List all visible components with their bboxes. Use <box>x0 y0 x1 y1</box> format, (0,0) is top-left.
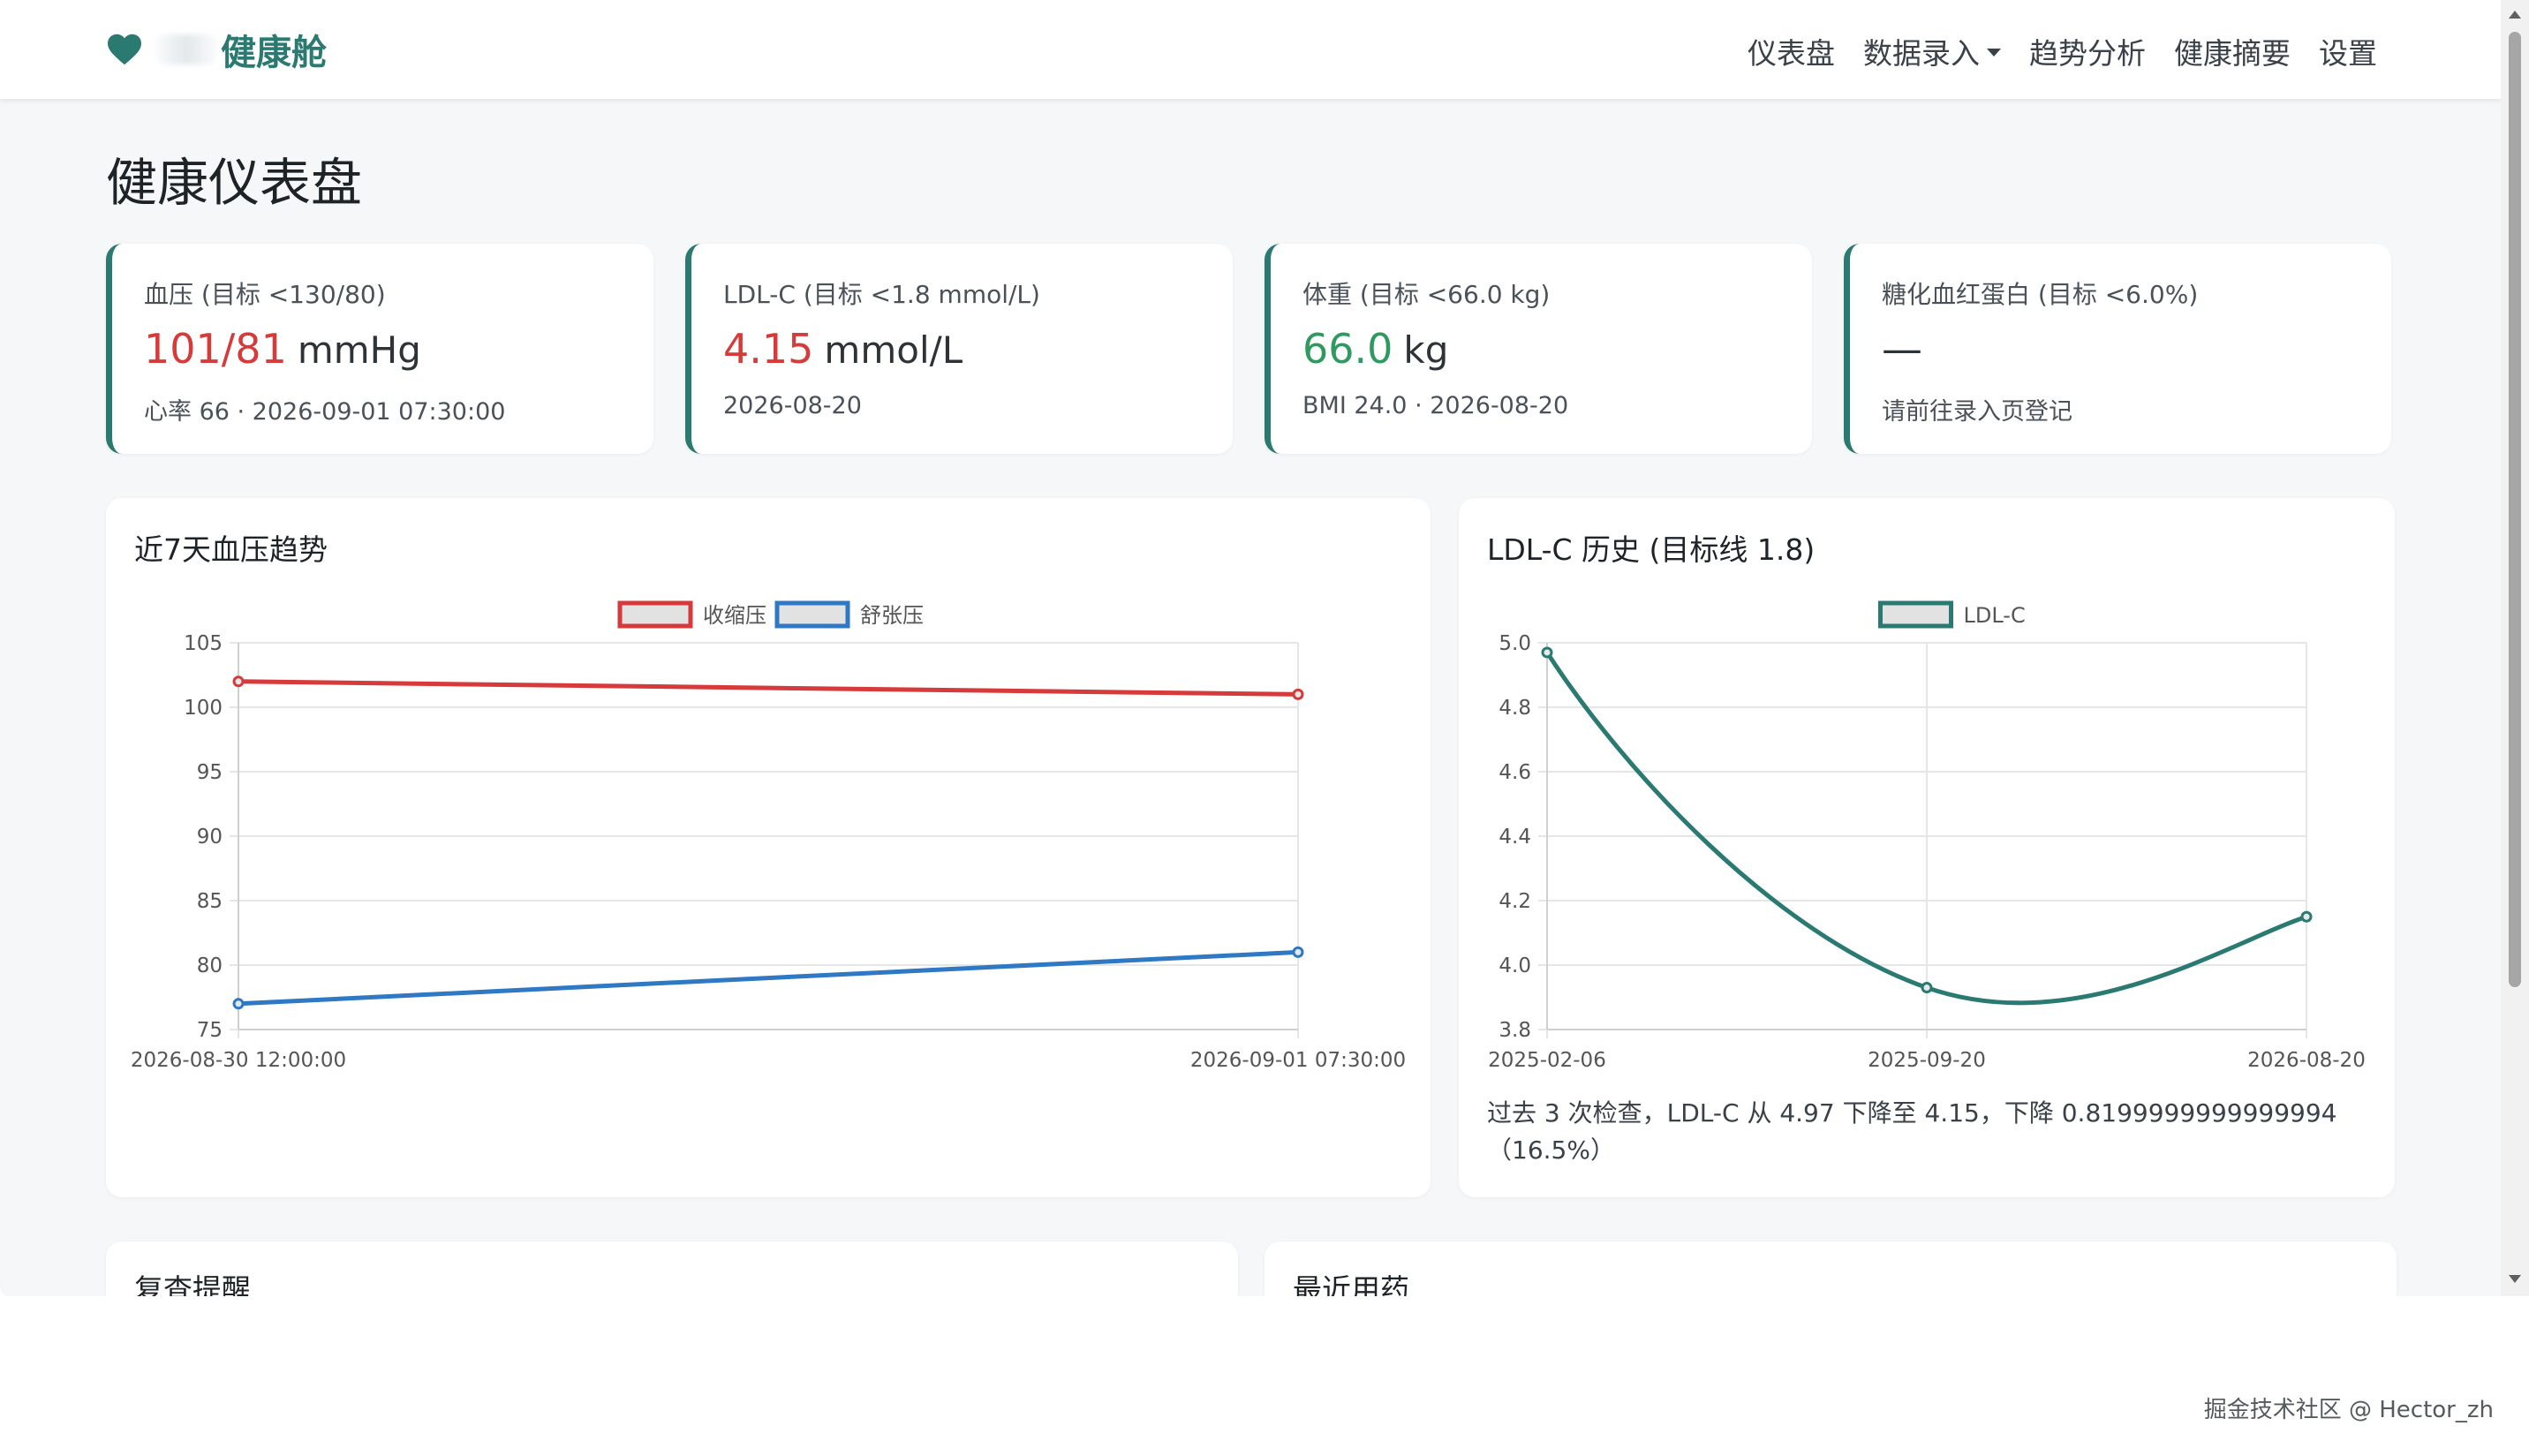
stat-value-line: — <box>1882 325 1933 373</box>
y-tick-label: 95 <box>197 761 223 784</box>
bp-chart-card: 近7天血压趋势 105 100 95 90 85 80 75 2026-08-30 12:00… <box>106 498 1431 1197</box>
series-line <box>238 949 1299 1007</box>
brand-blurred-prefix <box>155 34 217 64</box>
y-tick-label: 75 <box>197 1019 223 1042</box>
nav-data-entry-dropdown[interactable]: 数据录入 <box>1863 30 2001 72</box>
bp-line-chart: 105 100 95 90 85 80 75 2026-08-30 12:00:00 2026-… <box>131 600 1406 1072</box>
stat-card-hba1c: 糖化血红蛋白 (目标 <6.0%) — 请前往录入页登记 <box>1844 244 2391 454</box>
legend-swatch <box>617 600 693 629</box>
brand-logo[interactable]: 健康舱 <box>106 23 327 76</box>
ldl-trend-note: 过去 3 次检查，LDL-C 从 4.97 下降至 4.15，下降 0.8199… <box>1487 1098 2337 1165</box>
stat-value-line: 101/81 mmHg <box>144 325 421 373</box>
legend-label: LDL-C <box>1964 603 2026 628</box>
stat-value-line: 66.0 kg <box>1302 325 1448 373</box>
legend-swatch <box>1878 600 1953 629</box>
nav-summary-label: 健康摘要 <box>2174 36 2291 71</box>
data-point <box>1541 646 1553 659</box>
followup-reminder-title: 复查提醒 <box>134 1272 251 1296</box>
y-tick-label: 5.0 <box>1499 632 1531 655</box>
nav-summary[interactable]: 健康摘要 <box>2174 30 2291 72</box>
data-point <box>2300 910 2313 923</box>
x-tick-label: 2026-08-20 <box>2247 1049 2366 1072</box>
caret-down-icon <box>1987 49 2001 57</box>
y-tick-label: 4.0 <box>1499 954 1531 977</box>
y-tick-label: 4.6 <box>1499 761 1531 784</box>
stat-unit: mmol/L <box>824 328 963 372</box>
scroll-up-arrow-icon[interactable] <box>2509 11 2521 19</box>
stat-card-weight: 体重 (目标 <66.0 kg) 66.0 kg BMI 24.0 · 2026-… <box>1264 244 1812 454</box>
vertical-scrollbar[interactable] <box>2501 0 2529 1296</box>
legend-swatch <box>774 600 850 629</box>
series-line <box>238 679 1299 697</box>
data-point <box>1292 688 1304 700</box>
nav-dashboard-label: 仪表盘 <box>1748 36 1835 71</box>
stat-label: 血压 (目标 <130/80) <box>144 280 386 309</box>
scroll-down-arrow-icon[interactable] <box>2509 1275 2521 1283</box>
brand-name: 健康舱 <box>221 33 327 73</box>
recent-medication-card: 最近用药 <box>1264 1241 2397 1296</box>
x-tick-label: 2026-08-30 12:00:00 <box>131 1049 346 1072</box>
nav-settings-label: 设置 <box>2319 36 2377 71</box>
stat-unit: kg <box>1403 328 1449 372</box>
legend-label: 舒张压 <box>860 603 924 628</box>
nav-data-entry-label: 数据录入 <box>1863 36 1980 71</box>
x-tick-label: 2025-02-06 <box>1488 1049 1606 1072</box>
stat-value: — <box>1882 325 1922 373</box>
stat-subtext: 请前往录入页登记 <box>1882 398 2072 426</box>
stat-unit: mmHg <box>297 328 421 372</box>
y-tick-label: 85 <box>197 890 223 913</box>
stat-subtext: 2026-08-20 <box>723 392 862 419</box>
y-tick-label: 105 <box>184 632 223 655</box>
watermark: 掘金技术社区 @ Hector_zh <box>2203 1397 2494 1423</box>
stat-subtext: BMI 24.0 · 2026-08-20 <box>1302 392 1569 419</box>
ldl-chart-card: LDL-C 历史 (目标线 1.8) 5.0 4.8 4.6 4.4 4.2 4.0 3.8… <box>1459 498 2395 1197</box>
y-tick-label: 4.8 <box>1499 697 1531 720</box>
y-tick-label: 100 <box>184 697 223 720</box>
stat-value-line: 4.15 mmol/L <box>723 325 963 373</box>
nav-settings[interactable]: 设置 <box>2319 30 2377 72</box>
browser-viewport: 健康舱 仪表盘 数据录入 趋势分析 健康摘要 设置 健康仪表盘 血压 (目标 <… <box>0 0 2529 1296</box>
stat-label: 体重 (目标 <66.0 kg) <box>1302 280 1551 309</box>
y-tick-label: 4.2 <box>1499 890 1531 913</box>
data-point <box>232 675 245 688</box>
stat-value: 101/81 <box>144 325 287 373</box>
x-tick-label: 2025-09-20 <box>1868 1049 1986 1072</box>
stat-card-ldl: LDL-C (目标 <1.8 mmol/L) 4.15 mmol/L 2026-0… <box>685 244 1233 454</box>
heart-icon <box>108 34 141 65</box>
stat-value: 4.15 <box>723 325 814 373</box>
x-tick-label: 2026-09-01 07:30:00 <box>1190 1049 1406 1072</box>
nav-trends-label: 趋势分析 <box>2029 36 2146 71</box>
top-navbar: 健康舱 仪表盘 数据录入 趋势分析 健康摘要 设置 <box>0 0 2501 99</box>
y-tick-label: 4.4 <box>1499 826 1531 849</box>
page-title: 健康仪表盘 <box>106 153 363 213</box>
y-tick-label: 80 <box>197 954 223 977</box>
y-tick-label: 90 <box>197 826 223 849</box>
nav-dashboard[interactable]: 仪表盘 <box>1748 30 1835 72</box>
data-point <box>1921 982 1933 994</box>
scroll-thumb[interactable] <box>2509 32 2521 987</box>
recent-medication-title: 最近用药 <box>1293 1272 1409 1296</box>
stat-subtext: 心率 66 · 2026-09-01 07:30:00 <box>144 398 506 426</box>
nav-trends[interactable]: 趋势分析 <box>2029 30 2146 72</box>
stat-card-blood-pressure: 血压 (目标 <130/80) 101/81 mmHg 心率 66 · 2026-… <box>106 244 653 454</box>
stat-value: 66.0 <box>1302 325 1393 373</box>
followup-reminder-card: 复查提醒 <box>106 1241 1238 1296</box>
legend-label: 收缩压 <box>703 603 766 628</box>
data-point <box>232 998 245 1010</box>
y-tick-label: 3.8 <box>1499 1019 1531 1042</box>
ldl-line-chart: 5.0 4.8 4.6 4.4 4.2 4.0 3.8 2025-02-06 2025-09-2… <box>1488 600 2366 1072</box>
data-point <box>1292 946 1304 958</box>
nav-links: 仪表盘 数据录入 趋势分析 健康摘要 设置 <box>1748 26 2377 76</box>
stat-label: LDL-C (目标 <1.8 mmol/L) <box>723 280 1040 309</box>
stat-label: 糖化血红蛋白 (目标 <6.0%) <box>1882 280 2199 309</box>
